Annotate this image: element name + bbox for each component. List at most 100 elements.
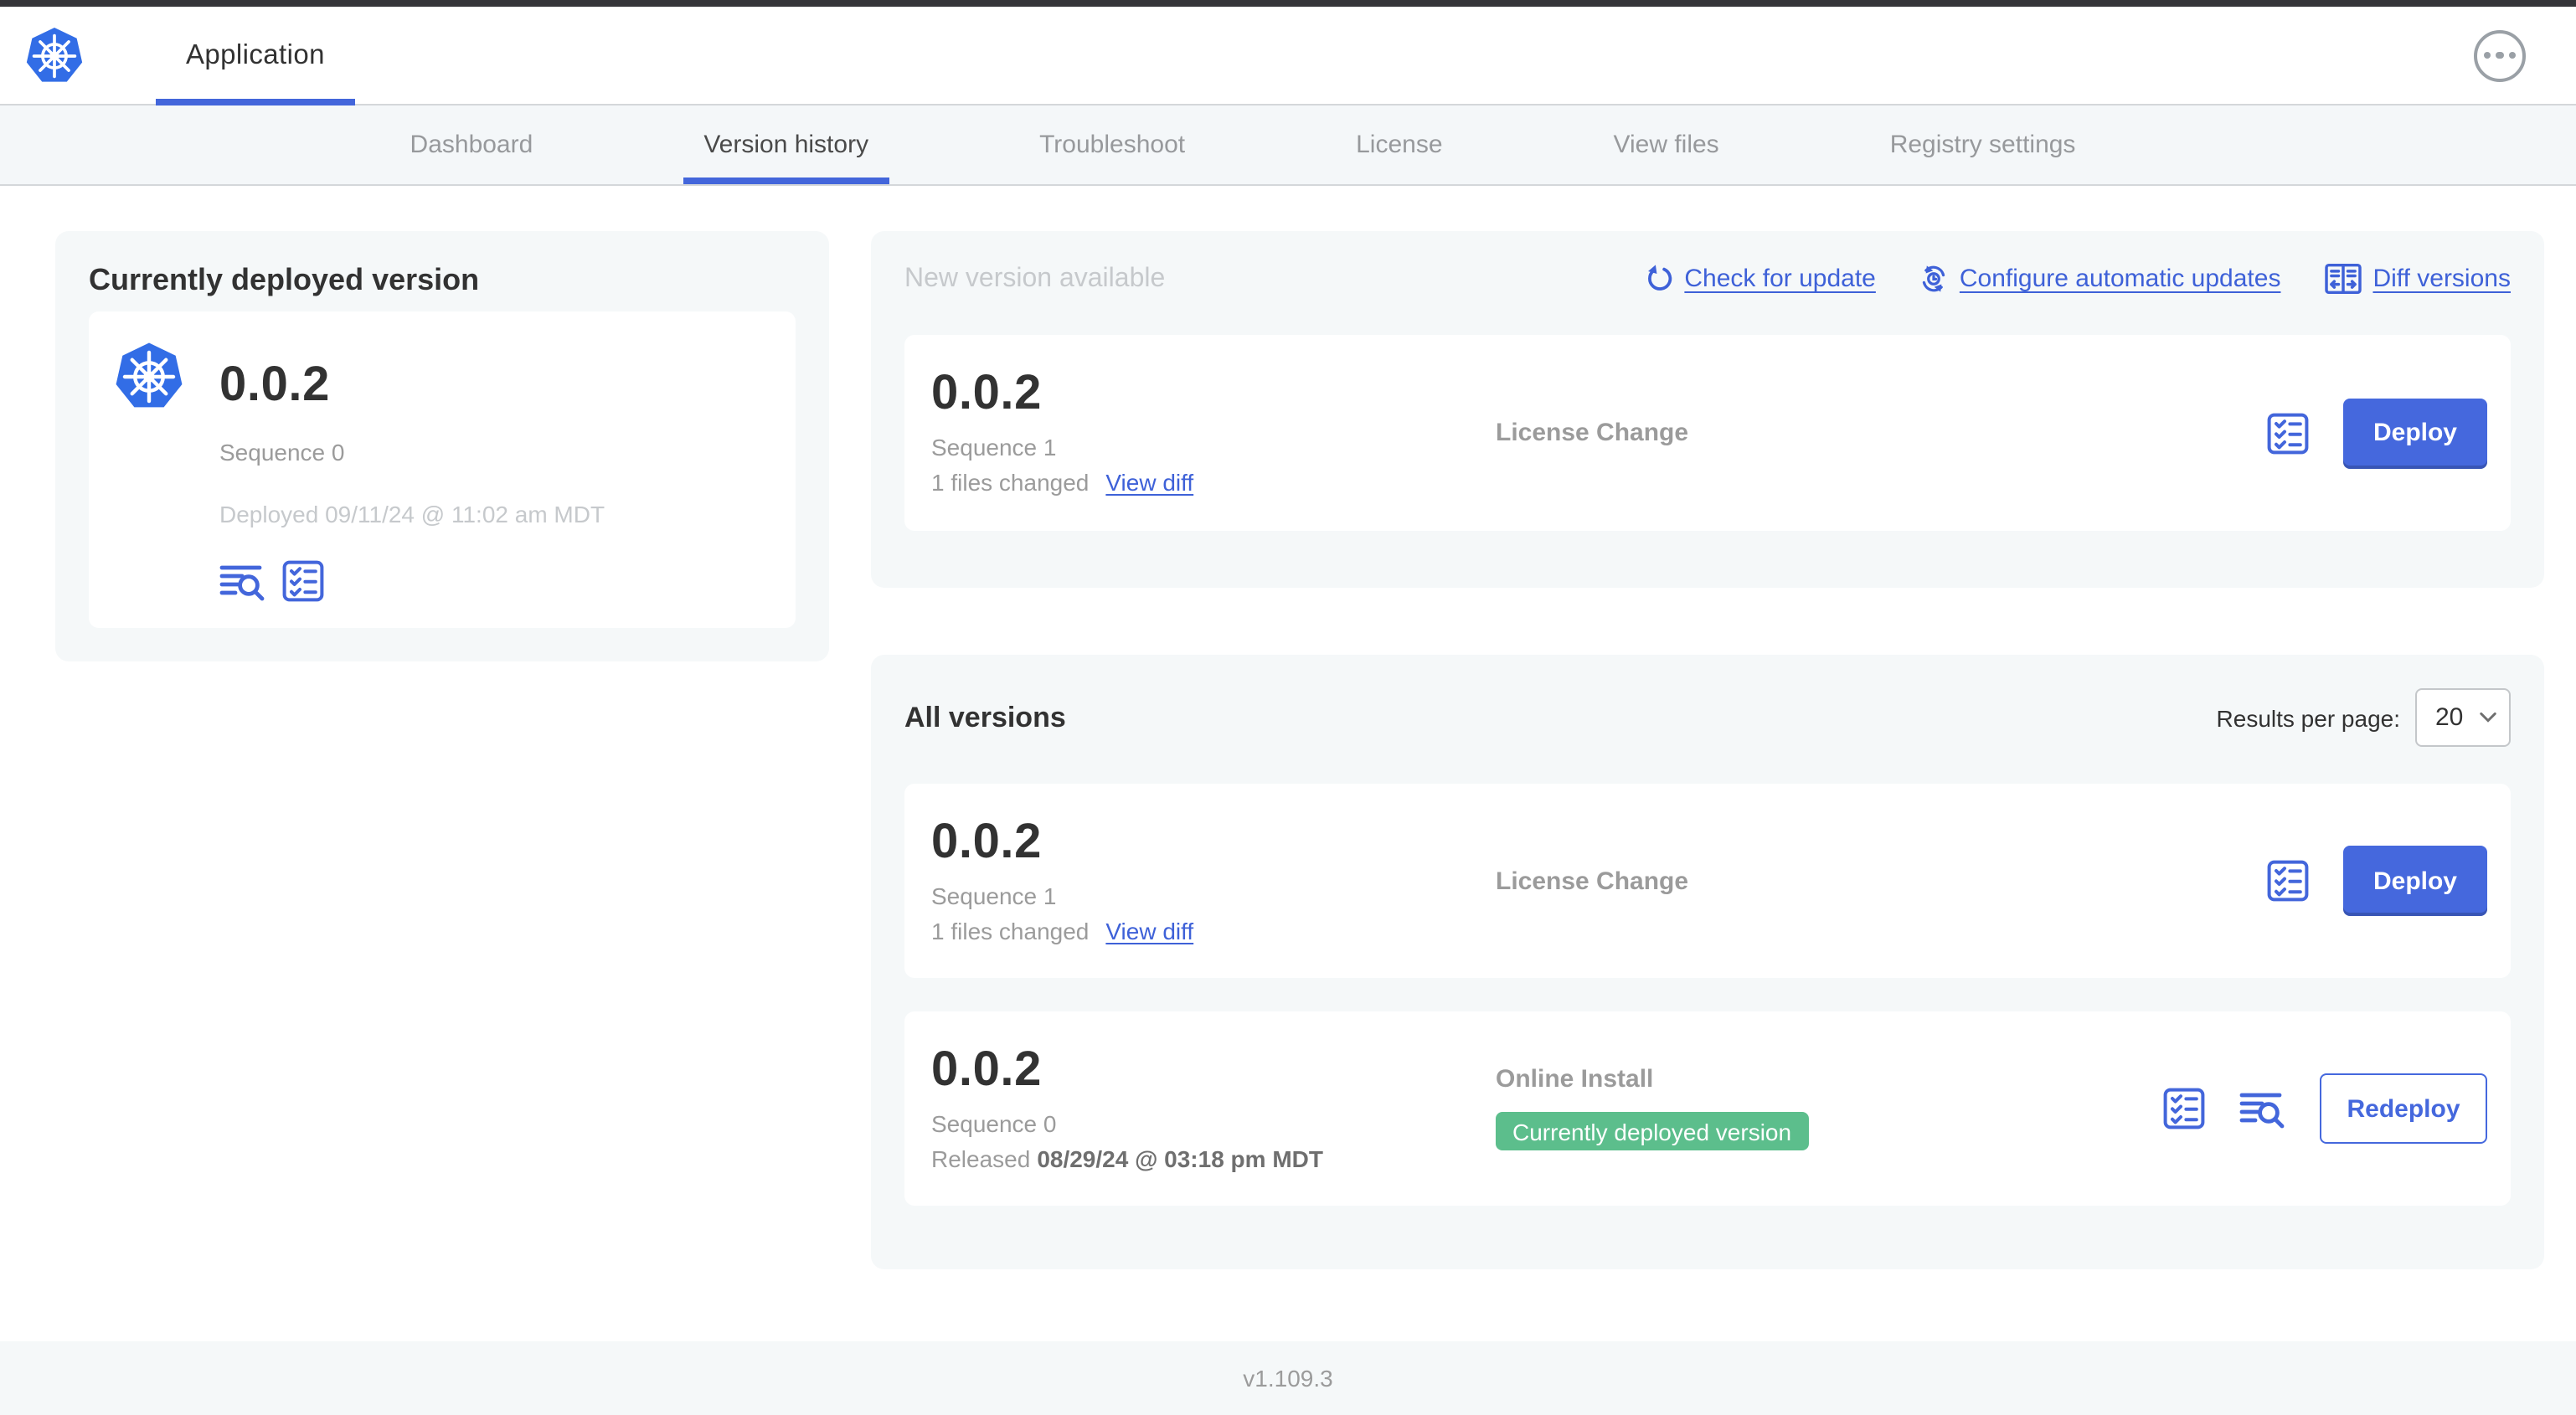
view-diff-link[interactable]: View diff <box>1105 918 1193 944</box>
tab-label: Registry settings <box>1889 131 2076 159</box>
deploy-logs-icon <box>219 559 266 603</box>
preflight-checklist-icon <box>2162 1087 2206 1130</box>
preflight-checklist-icon <box>2266 411 2310 455</box>
kubernetes-app-icon <box>112 340 186 414</box>
application-tab[interactable]: Application <box>156 7 355 105</box>
preflight-checklist-icon <box>2266 859 2310 903</box>
tab-label: Dashboard <box>410 131 533 159</box>
diff-columns-icon <box>2324 263 2361 295</box>
version-number: 0.0.2 <box>931 367 1042 420</box>
files-changed-row: 1 files changed View diff <box>931 469 1496 496</box>
update-actions: Check for update Configure automatic upd… <box>1644 263 2511 295</box>
application-tab-label: Application <box>186 39 325 69</box>
ellipsis-icon <box>2508 51 2517 59</box>
results-per-page-label: Results per page: <box>2216 704 2400 731</box>
new-version-card: 0.0.2 Sequence 1 1 files changed View di… <box>904 335 2511 531</box>
deploy-logs-icon <box>2239 1087 2286 1130</box>
window-top-border <box>0 0 2576 7</box>
new-version-title: New version available <box>904 264 1166 292</box>
version-actions: Deploy <box>2266 398 2487 468</box>
results-per-page: Results per page: 20 <box>2217 688 2511 747</box>
preflight-checklist-icon <box>281 559 325 603</box>
deploy-button[interactable]: Deploy <box>2343 398 2487 468</box>
version-number: 0.0.2 <box>931 1042 1042 1096</box>
released-date: 08/29/24 @ 03:18 pm MDT <box>1037 1145 1323 1171</box>
tab-dashboard[interactable]: Dashboard <box>390 105 554 184</box>
released-timestamp: Released 08/29/24 @ 03:18 pm MDT <box>931 1145 1496 1171</box>
version-source: Online Install Currently deployed versio… <box>1496 1067 2142 1150</box>
tab-label: Version history <box>703 131 869 159</box>
version-info: 0.0.2 Sequence 1 1 files changed View di… <box>931 815 1496 944</box>
version-source: License Change <box>1496 868 2246 893</box>
tab-label: License <box>1356 131 1443 159</box>
version-row: 0.0.2 Sequence 1 1 files changed View di… <box>904 784 2511 978</box>
currently-deployed-panel: Currently deployed version 0.0.2 Sequenc… <box>55 231 829 661</box>
app-subnav: Dashboard Version history Troubleshoot L… <box>0 105 2576 186</box>
preflight-results-button[interactable] <box>2162 1087 2206 1130</box>
kots-admin-console: Application Dashboard Version history Tr… <box>0 0 2576 1415</box>
deploy-logs-button[interactable] <box>219 559 266 603</box>
version-source-label: Online Install <box>1496 1065 1654 1093</box>
version-sequence: Sequence 0 <box>931 1109 1057 1136</box>
all-versions-title: All versions <box>904 701 1066 733</box>
active-tab-indicator <box>683 178 889 184</box>
deployed-sequence: Sequence 0 <box>219 439 345 466</box>
tab-label: View files <box>1613 131 1719 159</box>
redeploy-button[interactable]: Redeploy <box>2320 1073 2487 1144</box>
check-for-update-label: Check for update <box>1684 265 1876 293</box>
configure-automatic-updates-link[interactable]: Configure automatic updates <box>1919 265 2280 293</box>
deployed-version-actions <box>219 559 605 603</box>
files-changed-row: 1 files changed View diff <box>931 918 1496 944</box>
deployed-version-number: 0.0.2 <box>219 358 330 412</box>
ellipsis-icon <box>2483 51 2491 59</box>
tab-version-history[interactable]: Version history <box>683 105 889 184</box>
currently-deployed-card: 0.0.2 Sequence 0 Deployed 09/11/24 @ 11:… <box>89 311 796 628</box>
version-actions: Deploy <box>2266 846 2487 916</box>
header-spacer <box>355 7 2474 104</box>
version-source-label: License Change <box>1496 419 1689 447</box>
all-versions-header: All versions Results per page: 20 <box>904 688 2511 747</box>
version-info: 0.0.2 Sequence 0 Released 08/29/24 @ 03:1… <box>931 1042 1496 1171</box>
results-per-page-select[interactable]: 20 <box>2415 688 2511 747</box>
check-for-update-link[interactable]: Check for update <box>1644 265 1876 293</box>
files-changed-text: 1 files changed <box>931 917 1090 944</box>
scheduled-update-icon <box>1919 265 1948 293</box>
currently-deployed-title: Currently deployed version <box>89 263 480 296</box>
app-header: Application <box>0 7 2576 105</box>
deployed-timestamp: Deployed 09/11/24 @ 11:02 am MDT <box>219 501 605 527</box>
currently-deployed-badge: Currently deployed version <box>1496 1112 1809 1150</box>
diff-versions-label: Diff versions <box>2372 265 2511 293</box>
version-number: 0.0.2 <box>931 815 1042 868</box>
version-source-label: License Change <box>1496 867 1689 895</box>
diff-versions-link[interactable]: Diff versions <box>2324 263 2511 295</box>
files-changed-text: 1 files changed <box>931 469 1090 496</box>
admin-console-footer: v1.109.3 <box>0 1341 2576 1415</box>
tab-license[interactable]: License <box>1336 105 1462 184</box>
preflight-results-button[interactable] <box>2266 411 2310 455</box>
deploy-button[interactable]: Deploy <box>2343 846 2487 916</box>
deploy-logs-button[interactable] <box>2239 1087 2286 1130</box>
refresh-icon <box>1644 265 1672 293</box>
tab-label: Troubleshoot <box>1039 131 1186 159</box>
version-sequence: Sequence 1 <box>931 882 1057 908</box>
preflight-results-button[interactable] <box>281 559 325 603</box>
view-diff-link[interactable]: View diff <box>1105 470 1193 496</box>
preflight-results-button[interactable] <box>2266 859 2310 903</box>
tab-registry-settings[interactable]: Registry settings <box>1870 105 2096 184</box>
kubernetes-logo-icon <box>23 24 85 86</box>
version-history-content: Currently deployed version 0.0.2 Sequenc… <box>0 186 2576 1341</box>
deployed-version-details: 0.0.2 Sequence 0 Deployed 09/11/24 @ 11:… <box>219 340 605 628</box>
results-per-page-select-wrap: 20 <box>2415 688 2511 747</box>
more-menu-button[interactable] <box>2474 29 2526 81</box>
app-logo <box>23 7 85 104</box>
new-version-panel: New version available Check for update C… <box>871 231 2544 588</box>
tab-view-files[interactable]: View files <box>1594 105 1739 184</box>
tab-troubleshoot[interactable]: Troubleshoot <box>1019 105 1205 184</box>
version-row: 0.0.2 Sequence 0 Released 08/29/24 @ 03:1… <box>904 1011 2511 1206</box>
version-actions: Redeploy <box>2162 1073 2487 1144</box>
version-sequence: Sequence 1 <box>931 434 1057 461</box>
new-version-panel-header: New version available Check for update C… <box>904 263 2511 295</box>
version-info: 0.0.2 Sequence 1 1 files changed View di… <box>931 367 1496 496</box>
console-version: v1.109.3 <box>1243 1365 1333 1392</box>
released-prefix: Released <box>931 1145 1031 1171</box>
